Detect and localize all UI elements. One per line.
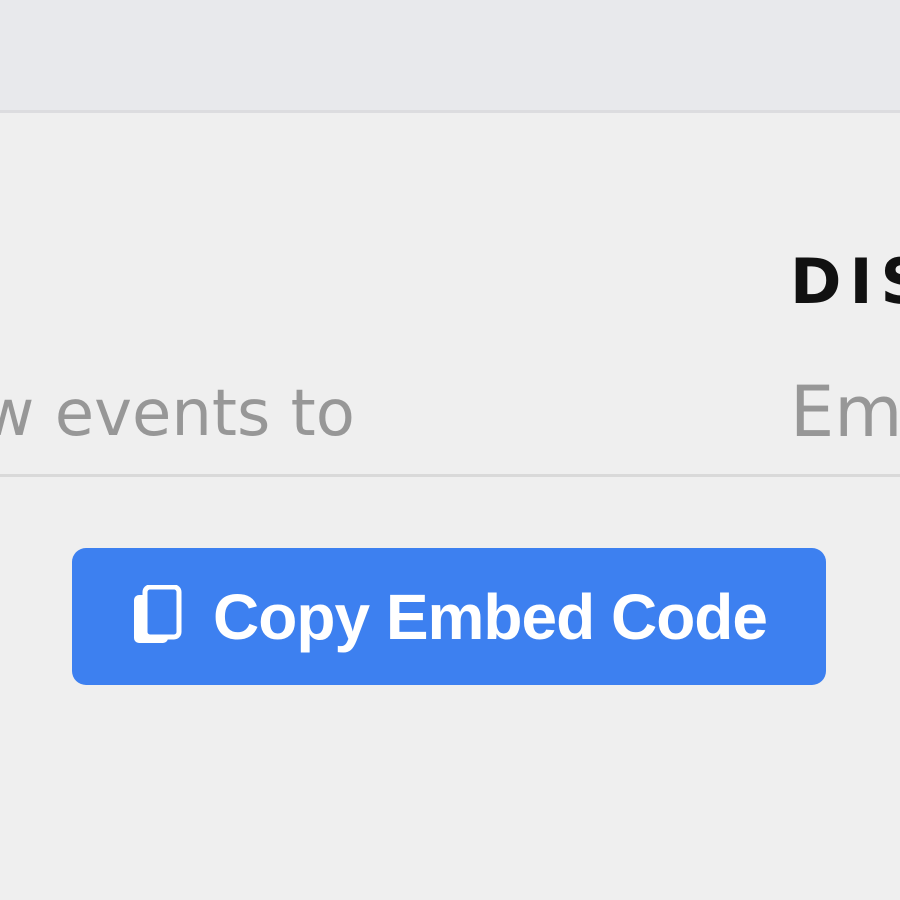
copy-embed-code-button[interactable]: Copy Embed Code (72, 548, 826, 685)
copy-icon (131, 584, 187, 649)
display-section-field[interactable]: Em (790, 377, 900, 447)
display-section-heading: DIS (790, 245, 900, 318)
copy-embed-code-label: Copy Embed Code (213, 580, 768, 653)
embed-events-field[interactable]: w events to (0, 380, 900, 478)
top-divider (0, 110, 900, 113)
top-band (0, 0, 900, 111)
embed-events-field-underline (0, 474, 900, 477)
embed-events-field-text: w events to (0, 377, 355, 451)
